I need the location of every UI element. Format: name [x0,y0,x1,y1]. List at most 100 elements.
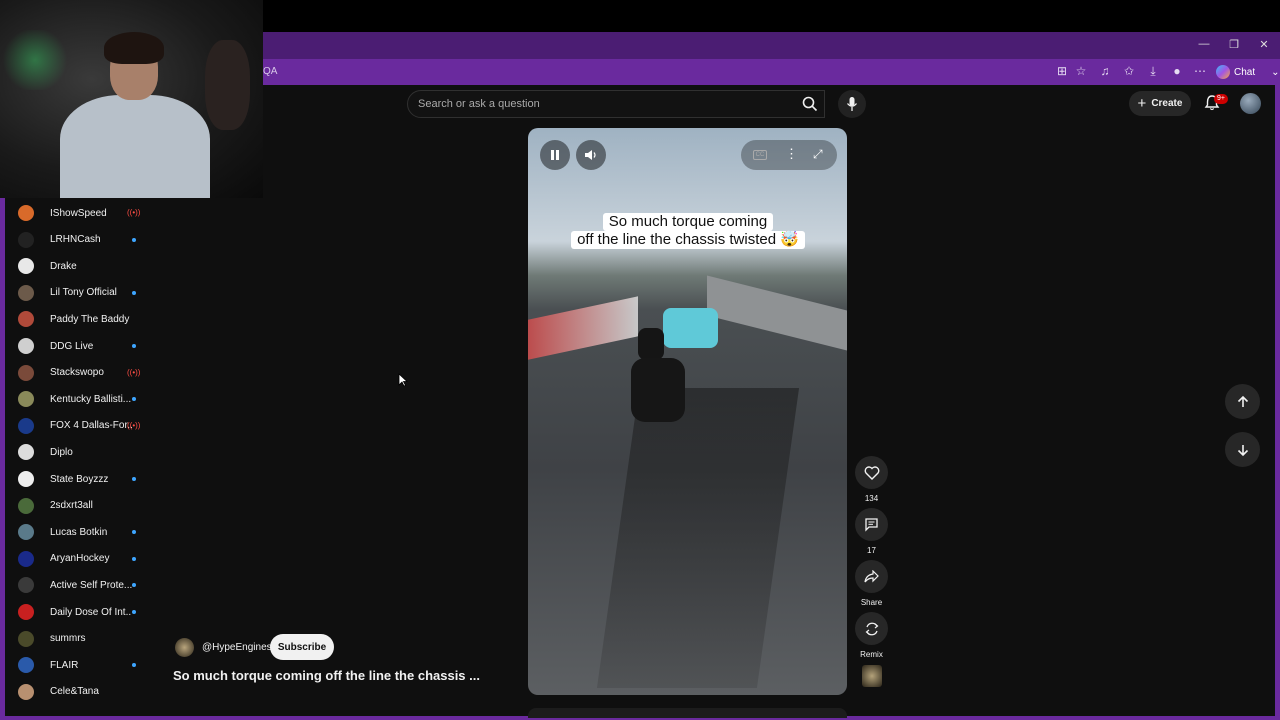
pause-icon [551,150,559,160]
sidebar-subscription-item[interactable]: Paddy The Baddy [18,306,155,332]
remix-icon [865,622,878,635]
sidebar-subscription-item[interactable]: DDG Live [18,333,155,359]
channel-avatar [18,657,34,674]
channel-avatar [18,444,34,461]
sidebar-subscription-item[interactable]: summrs [18,626,155,652]
volume-button[interactable] [576,140,606,170]
subscription-name: DDG Live [50,340,94,352]
sidebar-subscription-item[interactable]: FLAIR [18,652,155,678]
create-button[interactable]: + Create [1129,91,1191,116]
subscription-name: Lil Tony Official [50,287,117,299]
heart-icon [864,465,879,480]
download-icon[interactable]: ⤓ [1145,64,1161,79]
channel-avatar [18,311,34,328]
chevron-down-icon[interactable]: ⌄ [1271,67,1279,78]
minimize-icon[interactable]: — [1196,38,1212,50]
channel-thumbnail[interactable] [862,665,882,687]
subscription-name: FLAIR [50,659,79,671]
media-icon[interactable]: ♫ [1097,64,1113,78]
remix-label: Remix [860,650,883,659]
sidebar-subscription-item[interactable]: Drake [18,253,155,279]
channel-handle[interactable]: @HypeEngines [202,642,272,653]
search-input[interactable]: Search or ask a question [418,98,540,110]
previous-short-button[interactable] [1225,384,1260,419]
share-label: Share [860,598,883,607]
sidebar-subscription-item[interactable]: Daily Dose Of Int... [18,599,155,625]
channel-avatar [18,205,34,221]
sidebar-subscription-item[interactable]: Lucas Botkin [18,519,155,545]
volume-icon [585,150,596,160]
loose-tire-small [638,328,664,360]
arrow-up-icon [1237,395,1248,407]
remix-button[interactable] [855,612,888,645]
next-short-button[interactable] [1225,432,1260,467]
favorites-icon[interactable]: ✩ [1121,64,1137,78]
account-avatar[interactable] [1240,93,1261,114]
caption-line-1: So much torque coming [602,213,774,231]
subscription-name: summrs [50,633,86,645]
new-content-dot [132,344,136,348]
apps-icon[interactable]: ⊞ [1054,64,1070,78]
sidebar-subscription-item[interactable]: Diplo [18,439,155,465]
sidebar-subscription-item[interactable]: FOX 4 Dallas-For... ((•)) [18,413,155,439]
fullscreen-icon[interactable]: ⤢ [813,147,823,162]
channel-avatar[interactable] [175,638,194,657]
subscribe-button[interactable]: Subscribe [270,634,334,660]
track-barrier [707,275,847,351]
new-content-dot [132,610,136,614]
subscription-name: IShowSpeed [50,207,107,219]
track-wall [528,296,638,360]
sidebar-subscription-item[interactable]: 2sdxrt3all [18,493,155,519]
tire-marks [596,388,800,688]
restore-icon[interactable]: ❐ [1226,38,1242,51]
profile-icon[interactable]: ● [1169,64,1185,78]
comments-button[interactable] [855,508,888,541]
share-button[interactable] [855,560,888,593]
search-bar[interactable]: Search or ask a question [407,90,825,118]
browser-frame-right [1275,85,1280,720]
sidebar-subscription-item[interactable]: AryanHockey [18,546,155,572]
more-icon[interactable]: ⋯ [1192,64,1208,78]
next-short-preview[interactable] [528,708,847,718]
sidebar-subscription-item[interactable]: Kentucky Ballisti... [18,386,155,412]
sidebar-subscription-item[interactable]: LRHNCash [18,227,155,253]
sidebar-subscription-item[interactable]: Cele&Tana [18,679,155,705]
subscription-name: Paddy The Baddy [50,313,130,325]
like-action[interactable]: 134 [855,456,888,503]
shorts-video-player[interactable]: So much torque coming off the line the c… [528,128,847,695]
voice-search-button[interactable] [838,90,866,118]
like-button[interactable] [855,456,888,489]
pause-button[interactable] [540,140,570,170]
address-text[interactable]: QA [263,66,277,77]
sidebar-subscription-item[interactable]: Stackswopo ((•)) [18,360,155,386]
sidebar-subscription-item[interactable]: Active Self Prote... [18,572,155,598]
new-content-dot [132,663,136,668]
chat-button[interactable]: Chat ⌄ [1216,63,1280,81]
new-content-dot [132,477,136,481]
favorite-star-icon[interactable]: ☆ [1073,64,1089,78]
mouse-cursor-icon [398,373,408,387]
subscription-name: 2sdxrt3all [50,500,93,512]
create-label: Create [1151,98,1183,109]
video-title[interactable]: So much torque coming off the line the c… [173,668,480,683]
channel-avatar [18,630,34,647]
subscription-name: Drake [50,260,77,272]
channel-avatar [18,338,34,354]
sidebar-subscription-item[interactable]: IShowSpeed ((•)) [18,200,155,226]
channel-avatar [18,258,34,275]
sidebar-subscription-item[interactable]: State Boyzzz [18,466,155,492]
more-options-icon[interactable]: ⋮ [785,146,798,162]
captions-icon[interactable]: CC [753,150,767,160]
comment-count: 17 [867,546,876,555]
share-action[interactable]: Share [855,560,888,607]
comment-action[interactable]: 17 [855,508,888,555]
new-content-dot [132,397,136,402]
sidebar-subscription-item[interactable]: Lil Tony Official [18,280,155,306]
remix-action[interactable]: Remix [855,612,888,659]
channel-avatar [18,550,34,567]
close-icon[interactable]: ✕ [1256,38,1272,51]
video-caption: So much torque coming off the line the c… [550,213,826,249]
search-button[interactable] [796,90,824,118]
channel-avatar [18,497,34,514]
subscription-name: FOX 4 Dallas-For... [50,420,132,432]
